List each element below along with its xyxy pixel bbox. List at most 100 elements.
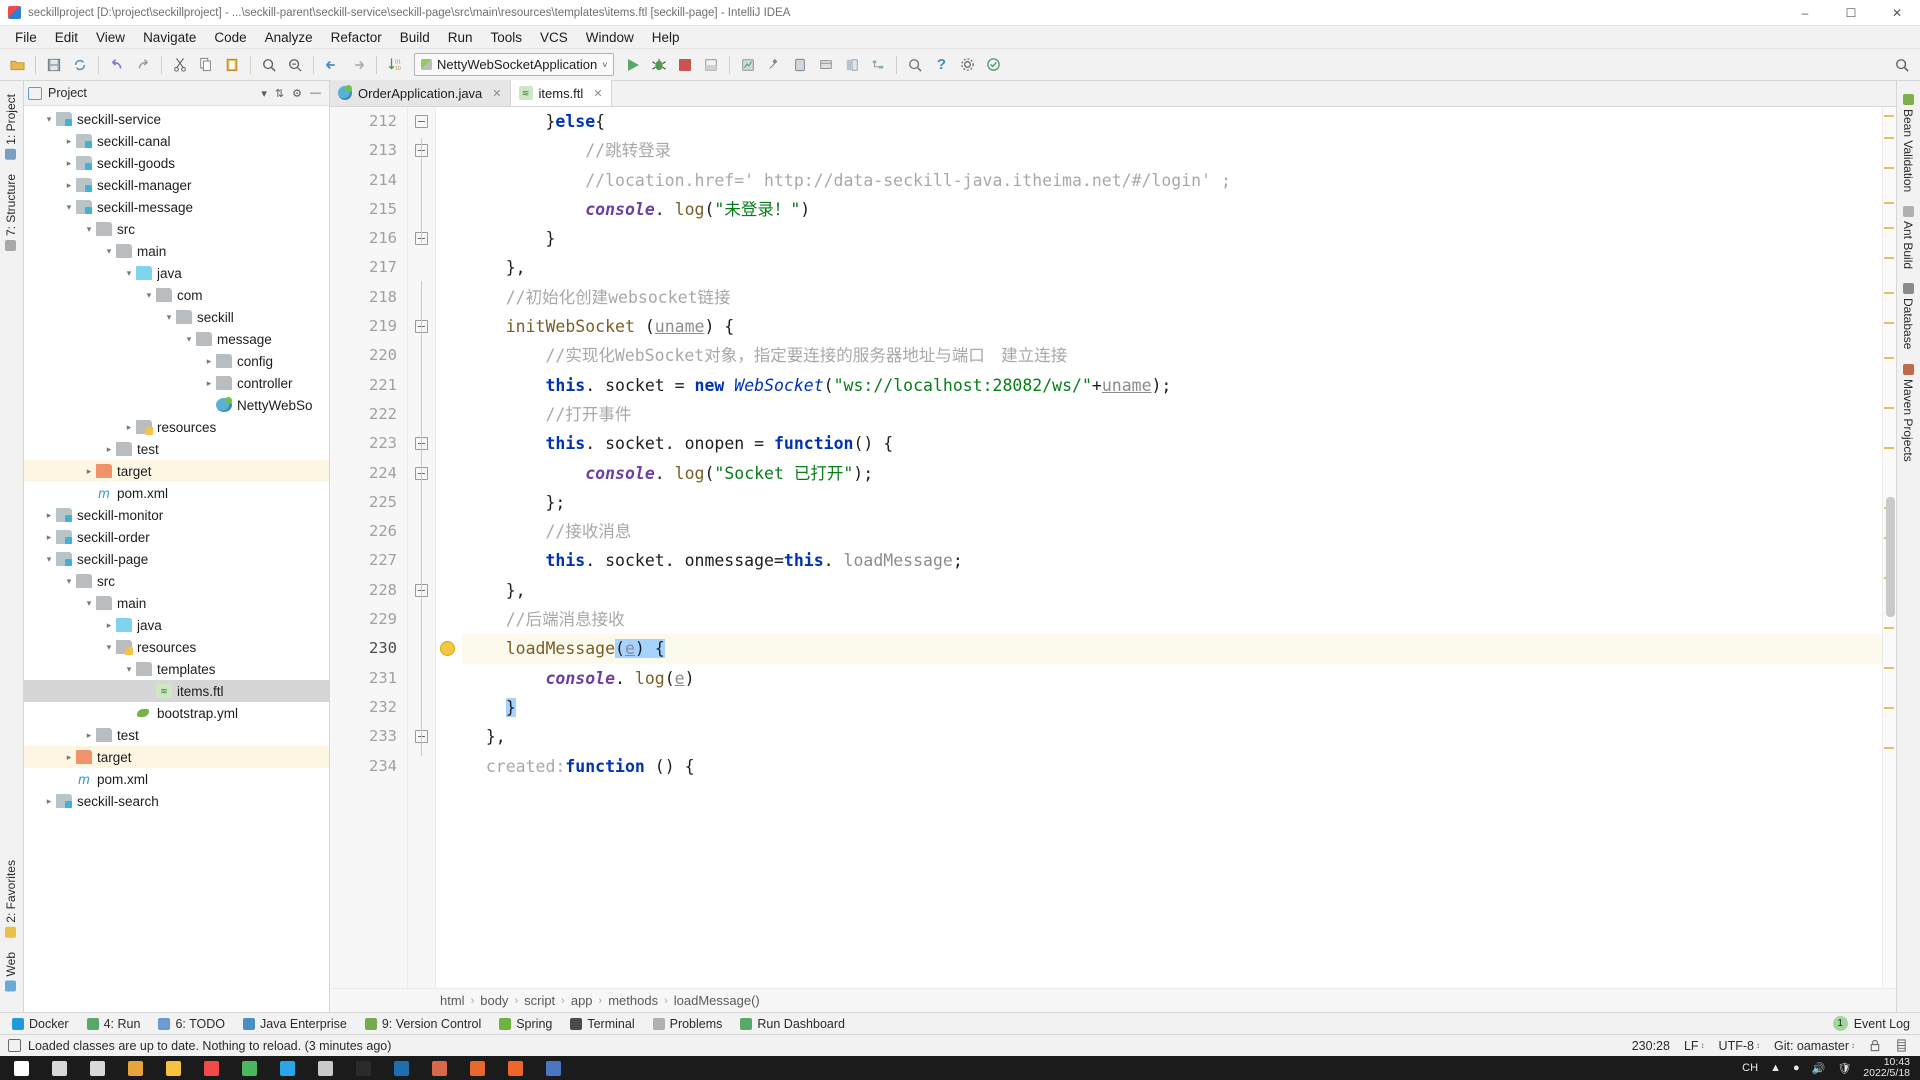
shield-icon[interactable]: 🛡 [1837, 1062, 1851, 1075]
git-branch-selector[interactable]: Git: oamaster ↕ [1774, 1039, 1855, 1053]
chevron-down-icon[interactable]: ▾ [261, 87, 267, 100]
tree-row-java[interactable]: java [24, 614, 329, 636]
network-icon[interactable]: ● [1793, 1062, 1800, 1074]
code-viewport[interactable]: 212 213 214 215 216 217 218 219 220 221 222 223 224 2… [330, 107, 1896, 988]
menu-help[interactable]: Help [643, 28, 689, 47]
chevron-right-icon[interactable] [62, 180, 76, 191]
breadcrumb-item[interactable]: html [440, 993, 465, 1008]
rail-tab-bean-validation[interactable]: Bean Validation [1897, 87, 1919, 199]
tree-row-seckill-canal[interactable]: seckill-canal [24, 130, 329, 152]
ime-indicator[interactable]: CH [1742, 1062, 1758, 1074]
error-stripe-mark[interactable] [1884, 667, 1894, 669]
open-folder-icon[interactable] [5, 53, 29, 77]
navicat-icon[interactable] [422, 1056, 456, 1080]
tree-row-seckill-search[interactable]: seckill-search [24, 790, 329, 812]
rail-tab-structure[interactable]: 7: Structure [0, 167, 22, 258]
back-icon[interactable] [320, 53, 344, 77]
menu-navigate[interactable]: Navigate [134, 28, 205, 47]
code-line[interactable]: //后端消息接收 [462, 605, 1896, 634]
chevron-down-icon[interactable] [182, 334, 196, 345]
encoding-selector[interactable]: UTF-8 ↕ [1719, 1039, 1760, 1053]
volume-icon[interactable]: 🔊 [1812, 1062, 1826, 1075]
layout-icon[interactable] [840, 53, 864, 77]
chevron-down-icon[interactable] [142, 290, 156, 301]
tree-row-main[interactable]: main [24, 592, 329, 614]
breadcrumb-item[interactable]: body [480, 993, 508, 1008]
chevron-right-icon[interactable] [62, 136, 76, 147]
tree-row-seckill-page[interactable]: seckill-page [24, 548, 329, 570]
breadcrumb-item[interactable]: app [571, 993, 593, 1008]
forward-icon[interactable] [346, 53, 370, 77]
stop-icon[interactable] [673, 53, 697, 77]
error-stripe-mark[interactable] [1884, 322, 1894, 324]
chevron-down-icon[interactable] [62, 576, 76, 587]
error-stripe-mark[interactable] [1884, 357, 1894, 359]
tool-window-spring[interactable]: Spring [491, 1016, 560, 1032]
sort-icon[interactable]: 01 10 [383, 53, 407, 77]
menu-analyze[interactable]: Analyze [256, 28, 322, 47]
cut-icon[interactable] [168, 53, 192, 77]
up-arrow-icon[interactable]: ▲ [1770, 1062, 1781, 1074]
file-explorer-icon[interactable] [156, 1056, 190, 1080]
chevron-right-icon[interactable] [122, 422, 136, 433]
wechat-icon[interactable] [232, 1056, 266, 1080]
photoshop-icon[interactable] [384, 1056, 418, 1080]
qq-icon[interactable] [270, 1056, 304, 1080]
tree-row-java[interactable]: java [24, 262, 329, 284]
tree-row-config[interactable]: config [24, 350, 329, 372]
tree-row-nettywebso[interactable]: NettyWebSo [24, 394, 329, 416]
error-stripe-mark[interactable] [1884, 707, 1894, 709]
find-icon[interactable] [257, 53, 281, 77]
settings-icon[interactable] [955, 53, 979, 77]
tree-row-bootstrap-yml[interactable]: bootstrap.yml [24, 702, 329, 724]
breadcrumb-item[interactable]: methods [608, 993, 658, 1008]
close-icon[interactable]: ✕ [492, 87, 501, 100]
help-icon[interactable]: ? [929, 53, 953, 77]
clock[interactable]: 10:43 2022/5/18 [1863, 1056, 1910, 1079]
code-fold-toggle[interactable] [415, 115, 428, 128]
error-stripe-mark[interactable] [1884, 202, 1894, 204]
intention-bulb-icon[interactable] [440, 641, 455, 657]
code-line[interactable]: }, [462, 253, 1896, 282]
replace-icon[interactable] [283, 53, 307, 77]
postman-icon[interactable] [498, 1056, 532, 1080]
maximize-button[interactable]: ☐ [1828, 0, 1874, 26]
menu-refactor[interactable]: Refactor [322, 28, 391, 47]
settings-icon[interactable]: ⚙ [292, 87, 302, 100]
menu-tools[interactable]: Tools [482, 28, 532, 47]
code-line[interactable]: //初始化创建websocket链接 [462, 283, 1896, 312]
menu-file[interactable]: File [6, 28, 46, 47]
rail-tab-maven[interactable]: Maven Projects [1897, 357, 1919, 469]
notes-icon[interactable] [308, 1056, 342, 1080]
task-view-button[interactable] [80, 1056, 114, 1080]
menu-run[interactable]: Run [439, 28, 482, 47]
undo-icon[interactable] [105, 53, 129, 77]
code-line[interactable]: loadMessage(e) { [462, 634, 1896, 664]
editor-tab-orderapplication[interactable]: OrderApplication.java ✕ [330, 80, 511, 106]
chevron-right-icon[interactable] [42, 796, 56, 807]
debug-icon[interactable] [647, 53, 671, 77]
start-button[interactable] [4, 1056, 38, 1080]
inspect-icon[interactable] [981, 53, 1005, 77]
code-line[interactable]: initWebSocket (uname) { [462, 312, 1896, 341]
code-line[interactable]: }, [462, 576, 1896, 605]
minimize-button[interactable]: – [1782, 0, 1828, 26]
tree-row-test[interactable]: test [24, 438, 329, 460]
structure-icon[interactable] [866, 53, 890, 77]
event-log-button[interactable]: 1 Event Log [1832, 1016, 1920, 1031]
menu-edit[interactable]: Edit [46, 28, 87, 47]
chevron-down-icon[interactable] [162, 312, 176, 323]
paste-icon[interactable] [220, 53, 244, 77]
rail-tab-favorites[interactable]: 2: Favorites [0, 853, 22, 945]
chevron-down-icon[interactable] [122, 268, 136, 279]
tree-row-seckill-order[interactable]: seckill-order [24, 526, 329, 548]
code-line[interactable]: }; [462, 488, 1896, 517]
code-line[interactable]: this. socket = new WebSocket("ws://local… [462, 371, 1896, 400]
rail-tab-web[interactable]: Web [0, 945, 22, 998]
tree-row-message[interactable]: message [24, 328, 329, 350]
tree-row-seckill-goods[interactable]: seckill-goods [24, 152, 329, 174]
tool-window-problems[interactable]: Problems [645, 1016, 731, 1032]
chevron-right-icon[interactable] [62, 752, 76, 763]
error-stripe-mark[interactable] [1884, 227, 1894, 229]
code-line[interactable]: //接收消息 [462, 517, 1896, 546]
